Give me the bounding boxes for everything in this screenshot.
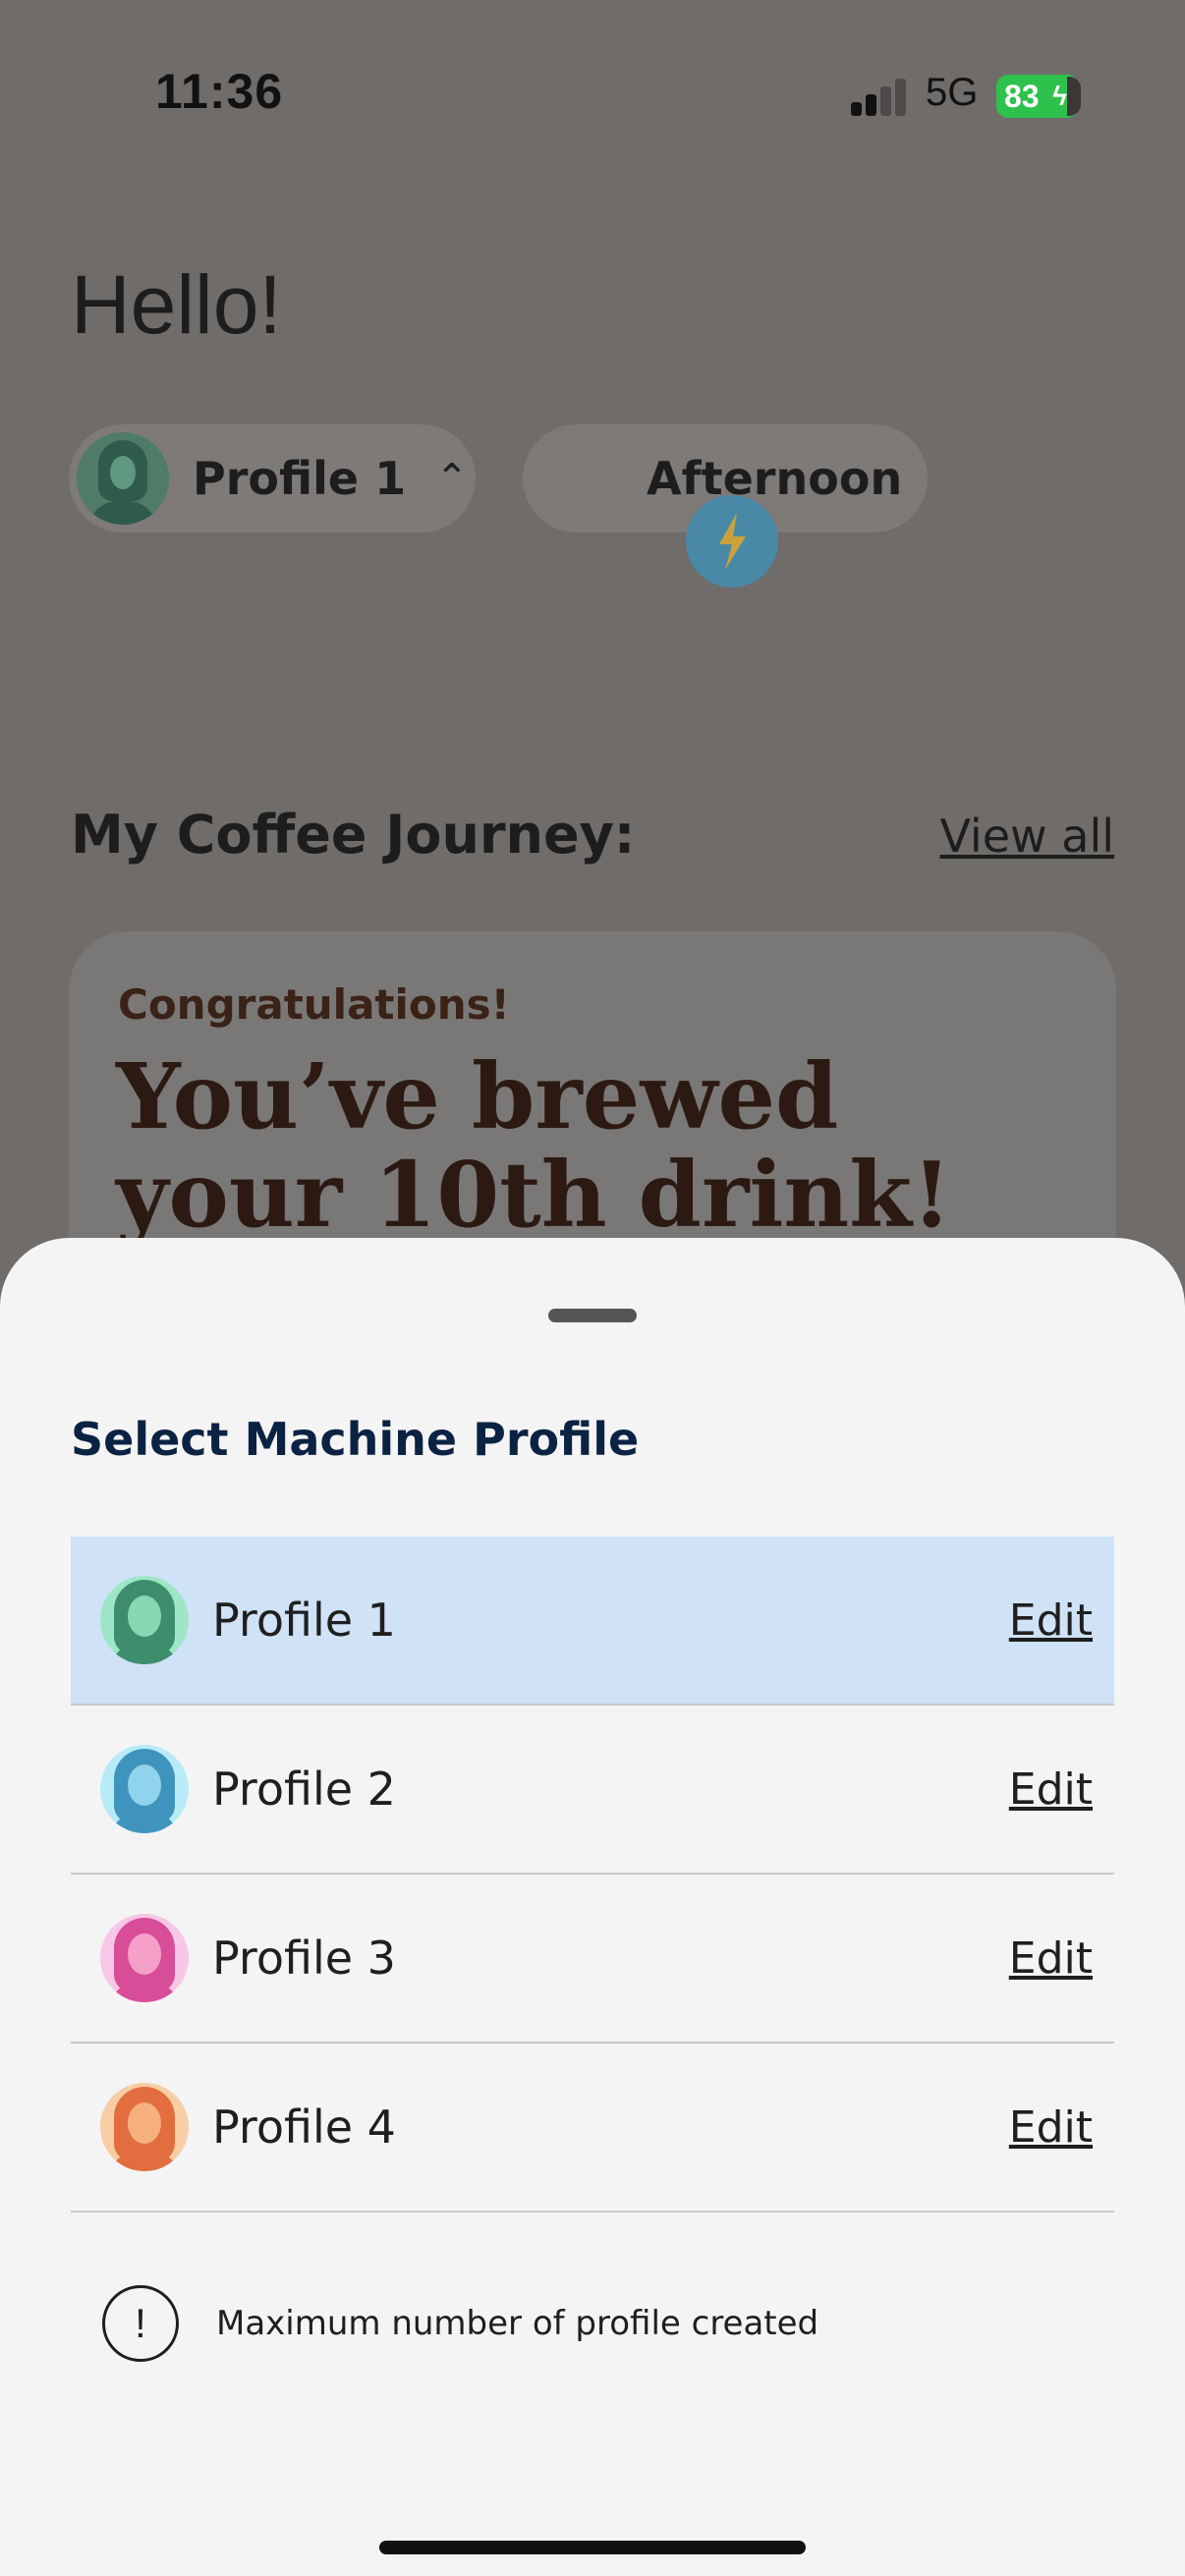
greeting-title: Hello!	[71, 258, 282, 351]
edit-profile-button[interactable]: Edit	[1009, 2102, 1093, 2153]
profile-avatar	[100, 1576, 189, 1664]
sheet-drag-handle[interactable]	[548, 1309, 637, 1322]
battery-cap	[1067, 77, 1081, 116]
profile-row-4[interactable]: Profile 4 Edit	[71, 2044, 1114, 2212]
card-title: You’ve brewed your 10th drink!	[116, 1043, 952, 1248]
profile-name: Profile 1	[212, 1594, 396, 1647]
edit-profile-button[interactable]: Edit	[1009, 1933, 1093, 1984]
daypart-label: Afternoon	[647, 452, 903, 505]
profile-name: Profile 2	[212, 1763, 396, 1816]
daypart-chip[interactable]: Afternoon	[523, 424, 928, 588]
profile-row-2[interactable]: Profile 2 Edit	[71, 1706, 1114, 1875]
profile-chip-label: Profile 1	[193, 452, 407, 505]
profile-limit-notice: ! Maximum number of profile created	[102, 2285, 818, 2362]
profile-avatar	[77, 432, 169, 525]
home-indicator[interactable]	[379, 2541, 806, 2554]
profile-avatar	[100, 2083, 189, 2171]
status-time: 11:36	[155, 64, 284, 119]
profile-chip[interactable]: Profile 1 ⌃	[69, 424, 476, 532]
edit-profile-button[interactable]: Edit	[1009, 1596, 1093, 1646]
chevron-up-icon: ⌃	[435, 456, 469, 501]
profile-name: Profile 4	[212, 2100, 396, 2154]
battery-level: 83	[1004, 79, 1040, 114]
profile-row-3[interactable]: Profile 3 Edit	[71, 1875, 1114, 2044]
card-kicker: Congratulations!	[118, 980, 510, 1029]
status-bar: 11:36 5G 83 ϟ	[0, 0, 1185, 147]
coffee-journey-title: My Coffee Journey:	[71, 804, 636, 866]
network-label: 5G	[926, 71, 979, 114]
edit-profile-button[interactable]: Edit	[1009, 1764, 1093, 1815]
profile-list: Profile 1 Edit Profile 2 Edit Profile 3 …	[71, 1537, 1114, 2212]
profile-selection-sheet: Select Machine Profile Profile 1 Edit Pr…	[0, 1238, 1185, 2576]
view-all-link[interactable]: View all	[939, 810, 1114, 863]
alert-circle-icon: !	[102, 2285, 179, 2362]
screen: 11:36 5G 83 ϟ Hello! Profile 1 ⌃ Afterno…	[0, 0, 1185, 2576]
charging-icon: ϟ	[1052, 81, 1067, 111]
signal-icon	[851, 79, 906, 116]
profile-limit-text: Maximum number of profile created	[216, 2304, 819, 2343]
lightning-icon	[686, 495, 778, 588]
profile-avatar	[100, 1914, 189, 2002]
sheet-title: Select Machine Profile	[71, 1413, 640, 1466]
profile-avatar	[100, 1745, 189, 1833]
profile-row-1[interactable]: Profile 1 Edit	[71, 1537, 1114, 1706]
profile-name: Profile 3	[212, 1932, 396, 1985]
